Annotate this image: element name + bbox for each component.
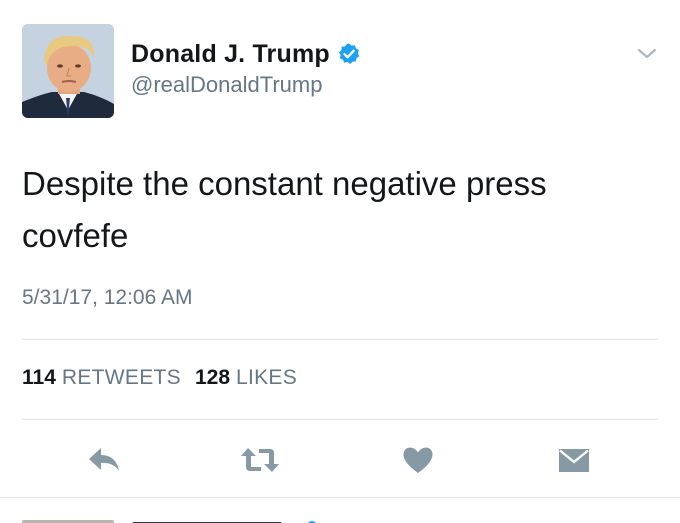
avatar[interactable] <box>22 24 114 118</box>
tweet-detail: Donald J. Trump @realDonaldTrump Despite… <box>0 0 680 523</box>
likes-count[interactable]: 128 <box>195 366 230 390</box>
chevron-down-icon[interactable] <box>636 46 658 62</box>
author-name-row: Donald J. Trump <box>131 38 361 70</box>
tweet-stats: 114 RETWEETS 128 LIKES <box>22 366 311 390</box>
avatar-portrait <box>22 24 114 118</box>
next-tweet-preview[interactable] <box>22 514 522 523</box>
tweet-timestamp: 5/31/17, 12:06 AM <box>22 286 193 309</box>
tweet-text-line: covfefe <box>22 217 129 254</box>
tweet-actions <box>0 438 680 482</box>
retweets-count[interactable]: 114 <box>22 366 56 390</box>
heart-icon[interactable] <box>396 438 440 482</box>
likes-label[interactable]: LIKES <box>236 366 297 390</box>
tweet-text-line: Despite the constant negative press <box>22 165 547 202</box>
envelope-icon[interactable] <box>552 438 596 482</box>
author-display-name[interactable]: Donald J. Trump <box>131 40 330 69</box>
divider <box>22 419 658 420</box>
divider <box>22 339 658 340</box>
reply-icon[interactable] <box>82 438 126 482</box>
retweets-label[interactable]: RETWEETS <box>62 366 181 390</box>
divider <box>0 497 680 498</box>
retweet-icon[interactable] <box>238 438 282 482</box>
author-handle[interactable]: @realDonaldTrump <box>131 72 322 98</box>
verified-badge-icon <box>337 42 361 66</box>
tweet-text: Despite the constant negative press covf… <box>22 158 662 262</box>
